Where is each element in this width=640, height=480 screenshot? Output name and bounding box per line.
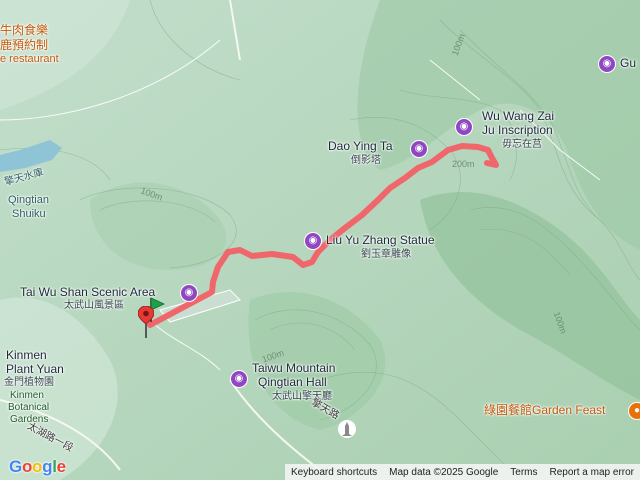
camera-icon[interactable]: ◉	[180, 284, 198, 302]
terms-link[interactable]: Terms	[510, 467, 537, 478]
poi-plant-cn: 金門植物園	[4, 377, 54, 388]
poi-taiwu-label-1[interactable]: Taiwu Mountain	[252, 361, 335, 375]
poi-gu-label[interactable]: Gu	[620, 56, 636, 70]
poi-daoying-cn: 倒影塔	[351, 155, 381, 166]
camera-icon[interactable]: ◉	[230, 370, 248, 388]
map-footer: Keyboard shortcuts Map data ©2025 Google…	[284, 464, 640, 480]
poi-wuwang-label-1[interactable]: Wu Wang Zai	[482, 109, 554, 123]
poi-plant-label-2[interactable]: Plant Yuan	[6, 362, 64, 376]
camera-icon[interactable]: ◉	[410, 140, 428, 158]
poi-botanical-label-2[interactable]: Botanical	[8, 402, 49, 413]
poi-daoying-label[interactable]: Dao Ying Ta	[328, 139, 393, 153]
restaurant-top-subname[interactable]: 鹿預約制	[0, 38, 48, 52]
reservoir-en-label-2: Shuiku	[12, 208, 46, 220]
poi-taiwu-label-2[interactable]: Qingtian Hall	[258, 375, 327, 389]
map-canvas[interactable]: 牛肉食樂 鹿預約制 e restaurant 擎天水庫 Qingtian Shu…	[0, 0, 640, 480]
restaurant-top-en[interactable]: e restaurant	[0, 53, 59, 65]
poi-scenic-cn: 太武山風景區	[64, 300, 124, 311]
reservoir-en-label-1: Qingtian	[8, 194, 49, 206]
poi-botanical-label-1[interactable]: Kinmen	[10, 390, 44, 401]
google-logo-text: Google	[9, 457, 66, 476]
report-error-link[interactable]: Report a map error	[550, 467, 634, 478]
restaurant-garden-feast-label[interactable]: 綠園餐館Garden Feast	[484, 403, 605, 417]
poi-wuwang-cn: 毋忘在莒	[502, 139, 542, 150]
restaurant-top-name[interactable]: 牛肉食樂	[0, 23, 48, 37]
poi-scenic-label[interactable]: Tai Wu Shan Scenic Area	[20, 285, 155, 299]
end-pin-icon[interactable]	[138, 306, 154, 338]
keyboard-shortcuts-link[interactable]: Keyboard shortcuts	[291, 467, 377, 478]
camera-icon[interactable]: ◉	[455, 118, 473, 136]
restaurant-icon[interactable]: ●	[628, 402, 640, 420]
poi-plant-label-1[interactable]: Kinmen	[6, 348, 47, 362]
camera-icon[interactable]: ◉	[304, 232, 322, 250]
poi-wuwang-label-2[interactable]: Ju Inscription	[482, 123, 553, 137]
map-data-attribution: Map data ©2025 Google	[389, 466, 499, 478]
poi-taiwu-cn: 太武山擎天廳	[272, 391, 332, 402]
poi-liu-cn: 劉玉章雕像	[361, 249, 411, 260]
contour-label-200: 200m	[452, 159, 475, 169]
camera-icon[interactable]: ◉	[598, 55, 616, 73]
poi-liu-label[interactable]: Liu Yu Zhang Statue	[326, 233, 435, 247]
monument-icon[interactable]	[338, 420, 356, 438]
google-logo: Google	[9, 457, 66, 477]
